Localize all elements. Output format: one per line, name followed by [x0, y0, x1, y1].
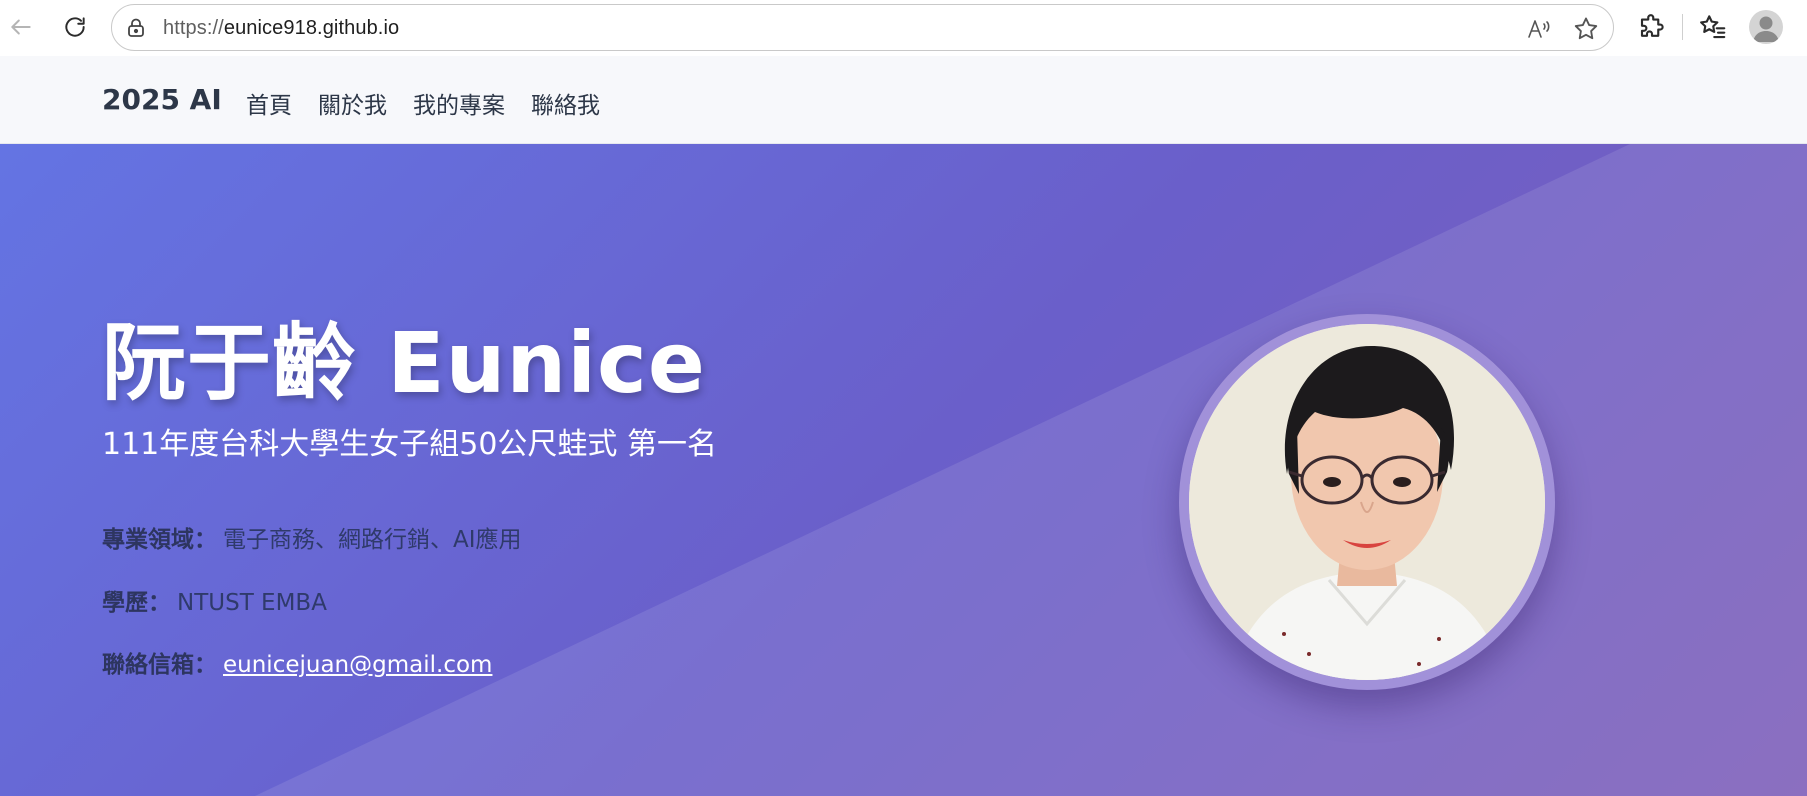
hero-name: 阮于齡 Eunice: [102, 314, 706, 412]
nav-link-projects[interactable]: 我的專案: [413, 86, 505, 120]
info-row-education: 學歷： NTUST EMBA: [102, 583, 327, 617]
education-label: 學歷：: [102, 590, 171, 616]
read-aloud-icon[interactable]: [1525, 15, 1553, 43]
back-arrow-icon: [11, 19, 31, 35]
hero-subtitle: 111年度台科大學生女子組50公尺蛙式 第一名: [102, 427, 717, 462]
profile-photo-frame: [1179, 314, 1555, 690]
nav-link-about[interactable]: 關於我: [318, 86, 387, 120]
address-bar[interactable]: https://eunice918.github.io: [111, 4, 1614, 51]
refresh-icon: [65, 17, 85, 37]
favorites-list-icon[interactable]: [1698, 12, 1728, 42]
refresh-button[interactable]: [58, 10, 92, 44]
info-row-email: 聯絡信箱： eunicejuan@gmail.com: [102, 645, 492, 679]
info-row-expertise: 專業領域： 電子商務、網路行銷、AI應用: [102, 520, 522, 554]
nav-link-contact[interactable]: 聯絡我: [531, 86, 600, 120]
expertise-label: 專業領域：: [102, 527, 217, 553]
url-host: eunice918.github.io: [223, 17, 400, 39]
site-nav: 首頁 關於我 我的專案 聯絡我: [246, 86, 626, 120]
hero-section: 阮于齡 Eunice 111年度台科大學生女子組50公尺蛙式 第一名 專業領域：…: [0, 144, 1807, 796]
site-brand[interactable]: 2025 AI: [102, 83, 222, 116]
profile-avatar-icon[interactable]: [1749, 10, 1783, 44]
education-value: NTUST EMBA: [177, 590, 327, 616]
nav-link-home[interactable]: 首頁: [246, 86, 292, 120]
site-header: 2025 AI 首頁 關於我 我的專案 聯絡我: [0, 56, 1807, 144]
back-button[interactable]: [4, 10, 38, 44]
profile-photo: [1189, 324, 1545, 680]
toolbar-divider: [1682, 14, 1683, 40]
url-text[interactable]: https://eunice918.github.io: [163, 17, 399, 40]
url-prefix: https://: [163, 17, 224, 39]
lock-icon[interactable]: [124, 16, 148, 40]
favorite-star-icon[interactable]: [1572, 15, 1600, 43]
browser-toolbar: https://eunice918.github.io: [0, 0, 1807, 56]
extensions-icon[interactable]: [1637, 12, 1667, 42]
email-label: 聯絡信箱：: [102, 652, 217, 678]
expertise-value: 電子商務、網路行銷、AI應用: [223, 527, 522, 553]
email-link[interactable]: eunicejuan@gmail.com: [223, 652, 492, 678]
